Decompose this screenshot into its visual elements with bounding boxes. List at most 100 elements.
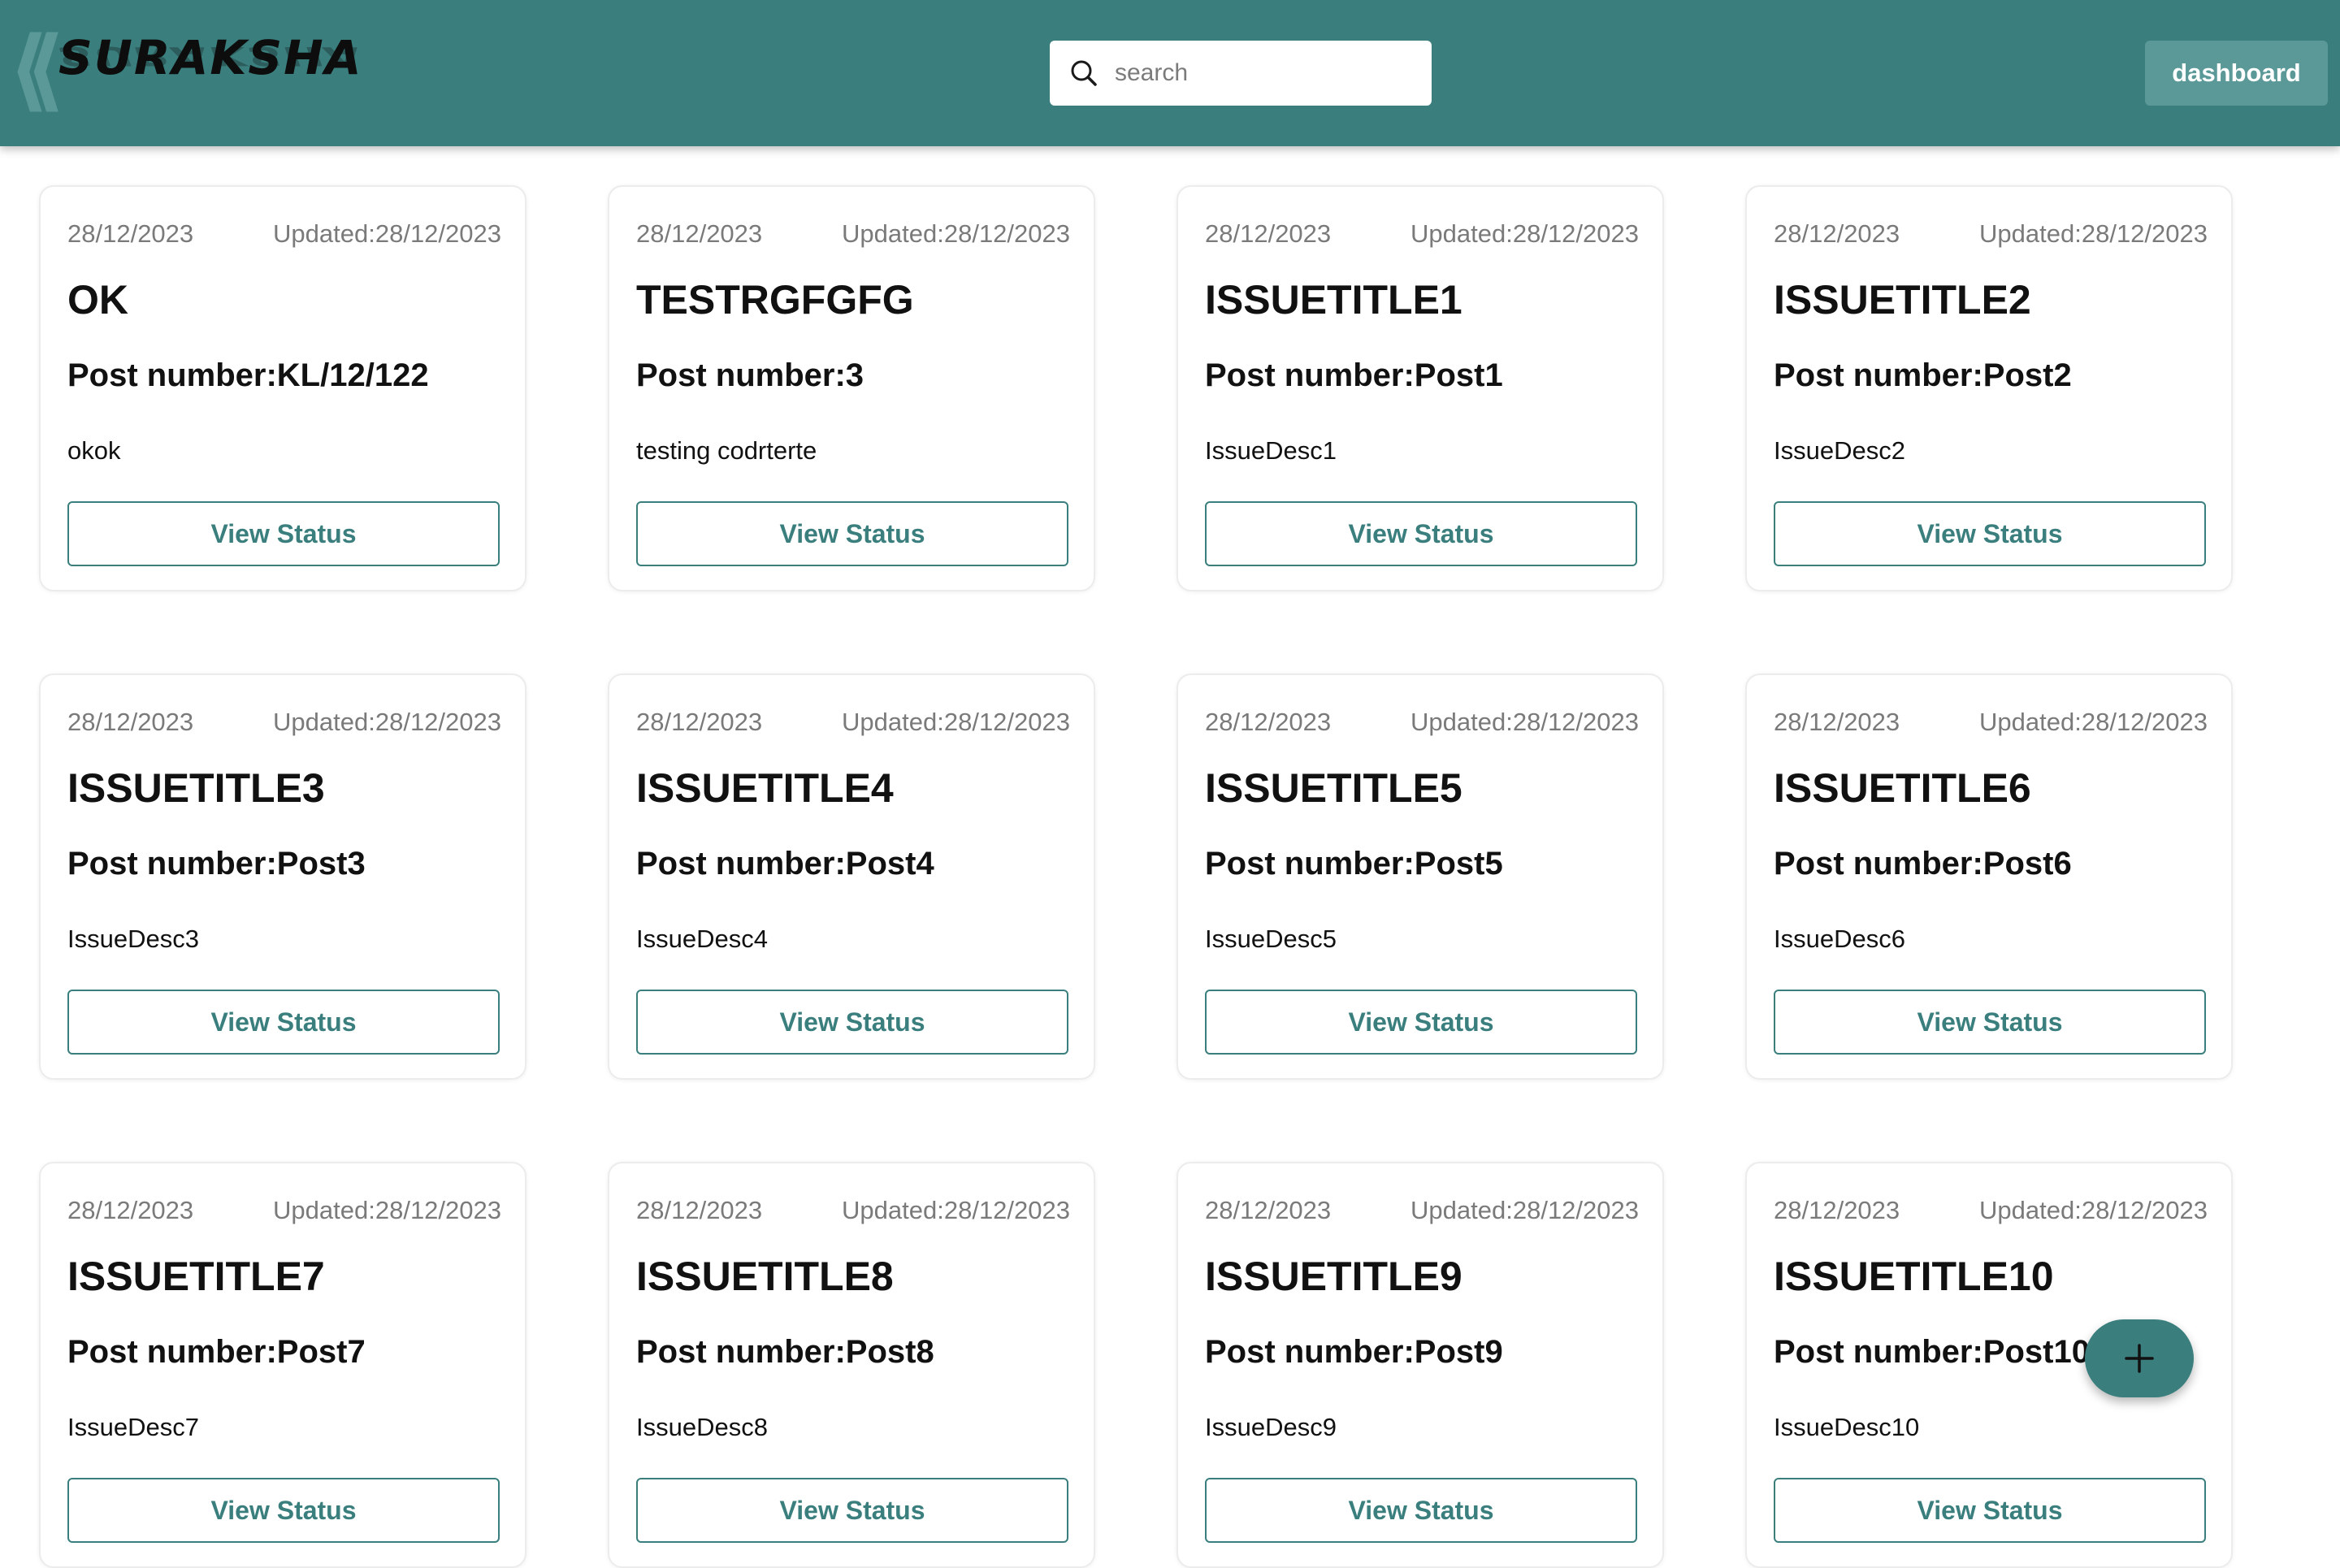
double-chevron-left-icon: ⟨⟨ [8, 17, 65, 121]
issue-title: ISSUETITLE5 [1205, 765, 1462, 811]
issue-description: IssueDesc4 [636, 925, 768, 953]
issue-title: ISSUETITLE6 [1774, 765, 2031, 811]
post-number: Post number:Post9 [1205, 1334, 1503, 1370]
issue-title: ISSUETITLE9 [1205, 1254, 1462, 1299]
issue-title: ISSUETITLE3 [67, 765, 325, 811]
issue-description: IssueDesc2 [1774, 436, 1905, 465]
updated-date: Updated:28/12/2023 [1979, 708, 2208, 736]
updated-date: Updated:28/12/2023 [842, 708, 1070, 736]
created-date: 28/12/2023 [1774, 219, 1900, 248]
card-dates: 28/12/2023 Updated:28/12/2023 [636, 708, 1070, 737]
issue-card: 28/12/2023 Updated:28/12/2023 ISSUETITLE… [1176, 674, 1664, 1080]
post-number: Post number:3 [636, 357, 864, 393]
issue-description: testing codrterte [636, 436, 817, 465]
card-dates: 28/12/2023 Updated:28/12/2023 [1205, 708, 1639, 737]
search-icon [1071, 60, 1097, 86]
logo-reflection: SURAKSHA [58, 41, 363, 71]
card-dates: 28/12/2023 Updated:28/12/2023 [1774, 708, 2208, 737]
issue-title: OK [67, 277, 128, 323]
card-dates: 28/12/2023 Updated:28/12/2023 [1774, 219, 2208, 249]
post-number: Post number:Post10 [1774, 1334, 2090, 1370]
issue-card: 28/12/2023 Updated:28/12/2023 ISSUETITLE… [1745, 185, 2233, 591]
issue-title: ISSUETITLE8 [636, 1254, 894, 1299]
post-number: Post number:Post8 [636, 1334, 934, 1370]
view-status-button[interactable]: View Status [1774, 1478, 2206, 1543]
issue-description: IssueDesc8 [636, 1413, 768, 1441]
issue-description: IssueDesc6 [1774, 925, 1905, 953]
updated-date: Updated:28/12/2023 [273, 219, 501, 248]
issue-title: ISSUETITLE4 [636, 765, 894, 811]
issue-title: ISSUETITLE2 [1774, 277, 2031, 323]
updated-date: Updated:28/12/2023 [842, 219, 1070, 248]
view-status-button[interactable]: View Status [1205, 990, 1637, 1055]
created-date: 28/12/2023 [67, 1196, 194, 1224]
search-input[interactable] [1115, 49, 1415, 97]
updated-date: Updated:28/12/2023 [273, 708, 501, 736]
post-number: Post number:Post7 [67, 1334, 366, 1370]
card-dates: 28/12/2023 Updated:28/12/2023 [67, 219, 501, 249]
post-number: Post number:Post2 [1774, 357, 2072, 393]
issue-card: 28/12/2023 Updated:28/12/2023 ISSUETITLE… [608, 674, 1095, 1080]
issue-card: 28/12/2023 Updated:28/12/2023 OK Post nu… [39, 185, 526, 591]
updated-date: Updated:28/12/2023 [1410, 219, 1639, 248]
card-dates: 28/12/2023 Updated:28/12/2023 [636, 219, 1070, 249]
issue-description: IssueDesc9 [1205, 1413, 1337, 1441]
view-status-button[interactable]: View Status [67, 1478, 500, 1543]
card-dates: 28/12/2023 Updated:28/12/2023 [67, 1196, 501, 1225]
updated-date: Updated:28/12/2023 [1410, 708, 1639, 736]
search-box[interactable] [1050, 41, 1432, 106]
issue-card: 28/12/2023 Updated:28/12/2023 ISSUETITLE… [39, 674, 526, 1080]
created-date: 28/12/2023 [636, 219, 763, 248]
issue-card: 28/12/2023 Updated:28/12/2023 TESTRGFGFG… [608, 185, 1095, 591]
issue-card: 28/12/2023 Updated:28/12/2023 ISSUETITLE… [608, 1162, 1095, 1568]
view-status-button[interactable]: View Status [67, 990, 500, 1055]
post-number: Post number:Post4 [636, 846, 934, 881]
created-date: 28/12/2023 [1205, 219, 1332, 248]
created-date: 28/12/2023 [67, 219, 194, 248]
view-status-button[interactable]: View Status [1205, 1478, 1637, 1543]
card-dates: 28/12/2023 Updated:28/12/2023 [67, 708, 501, 737]
issue-card: 28/12/2023 Updated:28/12/2023 ISSUETITLE… [1176, 1162, 1664, 1568]
suraksha-logo[interactable]: ⟨⟨ SURAKSHA SURAKSHA [8, 17, 363, 122]
view-status-button[interactable]: View Status [636, 501, 1068, 566]
created-date: 28/12/2023 [1774, 1196, 1900, 1224]
issue-description: IssueDesc5 [1205, 925, 1337, 953]
issue-card: 28/12/2023 Updated:28/12/2023 ISSUETITLE… [39, 1162, 526, 1568]
view-status-button[interactable]: View Status [1205, 501, 1637, 566]
issue-description: okok [67, 436, 121, 465]
add-issue-button[interactable] [2085, 1319, 2194, 1397]
post-number: Post number:Post1 [1205, 357, 1503, 393]
issue-title: ISSUETITLE7 [67, 1254, 325, 1299]
card-dates: 28/12/2023 Updated:28/12/2023 [1205, 219, 1639, 249]
view-status-button[interactable]: View Status [67, 501, 500, 566]
view-status-button[interactable]: View Status [636, 1478, 1068, 1543]
issue-card: 28/12/2023 Updated:28/12/2023 ISSUETITLE… [1176, 185, 1664, 591]
view-status-button[interactable]: View Status [1774, 990, 2206, 1055]
view-status-button[interactable]: View Status [1774, 501, 2206, 566]
created-date: 28/12/2023 [636, 1196, 763, 1224]
issue-description: IssueDesc10 [1774, 1413, 1920, 1441]
top-header: ⟨⟨ SURAKSHA SURAKSHA dashboard [0, 0, 2340, 146]
card-dates: 28/12/2023 Updated:28/12/2023 [1205, 1196, 1639, 1225]
updated-date: Updated:28/12/2023 [1979, 219, 2208, 248]
plus-icon [2125, 1344, 2154, 1373]
updated-date: Updated:28/12/2023 [1979, 1196, 2208, 1224]
updated-date: Updated:28/12/2023 [1410, 1196, 1639, 1224]
created-date: 28/12/2023 [1205, 1196, 1332, 1224]
created-date: 28/12/2023 [1205, 708, 1332, 736]
created-date: 28/12/2023 [1774, 708, 1900, 736]
created-date: 28/12/2023 [636, 708, 763, 736]
post-number: Post number:Post5 [1205, 846, 1503, 881]
view-status-button[interactable]: View Status [636, 990, 1068, 1055]
created-date: 28/12/2023 [67, 708, 194, 736]
card-dates: 28/12/2023 Updated:28/12/2023 [636, 1196, 1070, 1225]
issue-description: IssueDesc1 [1205, 436, 1337, 465]
updated-date: Updated:28/12/2023 [842, 1196, 1070, 1224]
card-dates: 28/12/2023 Updated:28/12/2023 [1774, 1196, 2208, 1225]
issue-card: 28/12/2023 Updated:28/12/2023 ISSUETITLE… [1745, 674, 2233, 1080]
issue-title: ISSUETITLE10 [1774, 1254, 2054, 1299]
post-number: Post number:Post3 [67, 846, 366, 881]
issue-title: TESTRGFGFG [636, 277, 914, 323]
post-number: Post number:KL/12/122 [67, 357, 429, 393]
dashboard-button[interactable]: dashboard [2145, 41, 2328, 106]
